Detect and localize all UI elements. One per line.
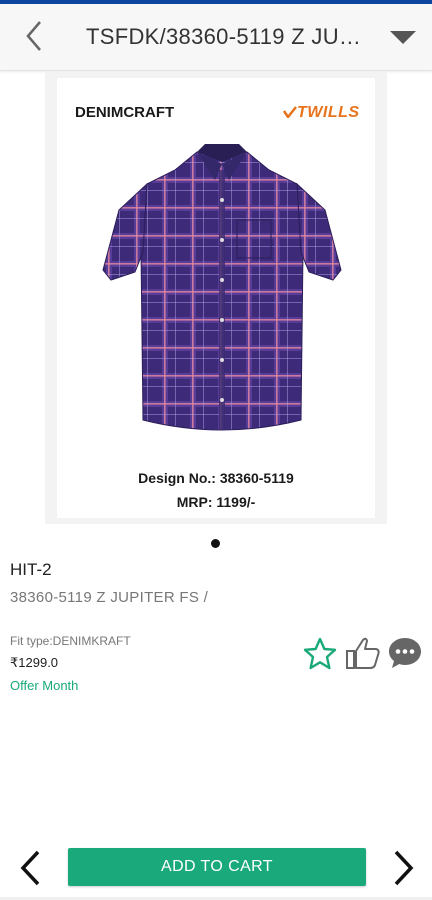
previous-product-button[interactable] (14, 848, 48, 888)
app-header: TSFDK/38360-5119 Z JUPITER FS / (0, 4, 432, 71)
product-image: DENIMCRAFT TWILLS Design No.: 38360-5119… (57, 78, 375, 518)
product-image-carousel[interactable]: DENIMCRAFT TWILLS Design No.: 38360-5119… (45, 72, 387, 524)
favorite-button[interactable] (302, 636, 338, 672)
check-mark-icon (282, 106, 297, 120)
shirt-illustration (102, 144, 342, 431)
brand-logo-twills: TWILLS (282, 104, 360, 122)
page-title: TSFDK/38360-5119 Z JUPITER FS / (86, 24, 371, 49)
star-outline-icon (303, 637, 337, 670)
thumbs-up-icon (346, 637, 380, 669)
like-button[interactable] (344, 634, 382, 672)
offer-label: Offer Month (10, 678, 79, 693)
carousel-indicator-dot[interactable] (211, 539, 220, 548)
fit-type: Fit type:DENIMKRAFT (10, 634, 131, 648)
brand-logo-denimcraft: DENIMCRAFT (75, 104, 175, 121)
chat-bubble-icon (389, 638, 421, 668)
brand-twills-label: TWILLS (297, 104, 360, 121)
back-button[interactable] (18, 18, 54, 54)
chevron-left-icon (26, 21, 41, 51)
product-code: HIT-2 (10, 560, 52, 579)
product-description: 38360-5119 Z JUPITER FS / (10, 589, 209, 606)
chevron-right-icon (394, 850, 414, 886)
chevron-left-icon (20, 850, 40, 886)
caret-down-icon (390, 31, 416, 44)
dropdown-button[interactable] (388, 26, 418, 50)
design-number: Design No.: 38360-5119 (138, 470, 294, 486)
mrp-label: MRP: 1199/- (176, 494, 256, 510)
next-product-button[interactable] (386, 848, 420, 888)
chat-button[interactable] (387, 636, 423, 670)
price: ₹1299.0 (10, 655, 59, 670)
add-to-cart-button[interactable]: ADD TO CART (68, 848, 366, 886)
